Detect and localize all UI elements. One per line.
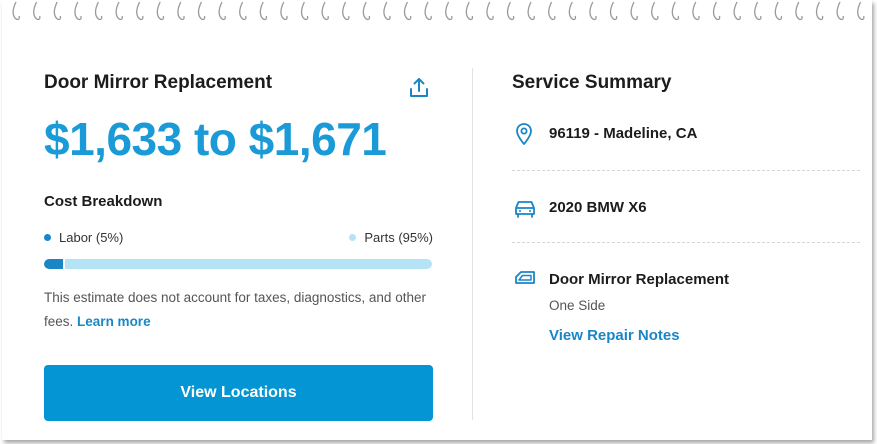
service-summary-title: Service Summary [512, 72, 672, 93]
cost-breakdown-title: Cost Breakdown [44, 193, 163, 210]
edge-hook [815, 1, 824, 21]
edge-hook [239, 1, 247, 21]
edge-hook [362, 1, 371, 21]
edge-hook [342, 1, 350, 21]
edge-hook [548, 1, 556, 21]
edge-hook [527, 1, 535, 21]
edge-hook [197, 1, 206, 21]
edge-hook [321, 1, 329, 21]
cost-breakdown-bar [44, 259, 432, 269]
edge-hook [300, 1, 309, 21]
edge-hook [115, 1, 123, 21]
service-name: Door Mirror Replacement [549, 271, 730, 288]
service-summary-panel: Service Summary 96119 - Madeline, CA 202… [512, 60, 862, 430]
edge-hook [445, 1, 453, 21]
estimate-title: Door Mirror Replacement [44, 72, 273, 93]
row-divider [512, 242, 860, 243]
estimate-panel: Door Mirror Replacement $1,633 to $1,671… [44, 60, 434, 430]
estimate-card: Door Mirror Replacement $1,633 to $1,671… [2, 0, 872, 440]
edge-hook [403, 1, 412, 21]
vehicle-text: 2020 BMW X6 [549, 199, 647, 216]
edge-hook [486, 1, 494, 21]
edge-hook [630, 1, 638, 21]
labor-dot-icon [44, 234, 51, 241]
car-icon [513, 197, 537, 224]
edge-hook [712, 1, 721, 21]
edge-hook [671, 1, 680, 21]
edge-hook [651, 1, 659, 21]
edge-hook [177, 1, 185, 21]
edge-hook [506, 1, 515, 21]
location-text: 96119 - Madeline, CA [549, 125, 698, 142]
labor-label: Labor (5%) [59, 230, 124, 245]
parts-legend: Parts (95%) [349, 230, 433, 245]
price-range: $1,633 to $1,671 [44, 113, 387, 165]
service-row: Door Mirror Replacement One Side View Re… [512, 268, 860, 368]
edge-hook [857, 1, 865, 21]
learn-more-link[interactable]: Learn more [77, 314, 151, 329]
parts-label: Parts (95%) [364, 230, 433, 245]
parts-dot-icon [349, 234, 357, 241]
bar-separator [63, 259, 65, 269]
edge-hook [795, 1, 803, 21]
edge-hook [280, 1, 288, 21]
edge-hook [774, 1, 783, 21]
view-repair-notes-link[interactable]: View Repair Notes [549, 327, 680, 344]
edge-hook [156, 1, 165, 21]
edge-hook [609, 1, 618, 21]
service-detail: One Side [549, 298, 606, 313]
panel-divider [472, 68, 473, 420]
view-locations-button[interactable]: View Locations [44, 365, 433, 421]
edge-hook [589, 1, 597, 21]
edge-hook [733, 1, 741, 21]
edge-hook [33, 1, 41, 21]
location-pin-icon [514, 122, 534, 151]
row-divider [512, 170, 860, 171]
edge-hook [94, 1, 103, 21]
edge-hook [383, 1, 391, 21]
labor-bar-segment [44, 259, 63, 269]
torn-edge-decoration [12, 1, 865, 21]
estimate-disclaimer: This estimate does not account for taxes… [44, 286, 429, 334]
vehicle-row: 2020 BMW X6 [512, 196, 860, 220]
edge-hook [12, 1, 20, 21]
edge-hook [259, 1, 268, 21]
edge-hook [424, 1, 432, 21]
edge-hook [74, 1, 82, 21]
location-row: 96119 - Madeline, CA [512, 122, 860, 146]
edge-hook [568, 1, 577, 21]
share-icon[interactable] [408, 76, 430, 100]
edge-hook [136, 1, 144, 21]
edge-hook [465, 1, 474, 21]
edge-hook [692, 1, 700, 21]
edge-hook [53, 1, 62, 21]
edge-hook [836, 1, 844, 21]
labor-legend: Labor (5%) [44, 230, 123, 245]
mirror-icon [513, 268, 537, 295]
edge-hook [218, 1, 226, 21]
edge-hook [754, 1, 762, 21]
